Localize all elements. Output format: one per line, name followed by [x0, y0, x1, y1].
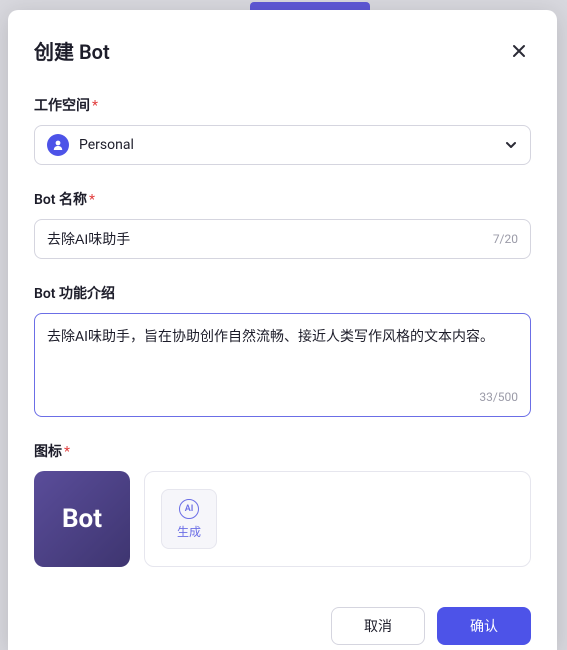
icon-row: Bot AI 生成	[34, 471, 531, 567]
bot-description-wrap: 33/500	[34, 313, 531, 417]
workspace-select[interactable]: Personal	[34, 125, 531, 165]
workspace-value: Personal	[79, 137, 504, 153]
chevron-down-icon	[504, 138, 518, 152]
icon-label-text: 图标	[34, 444, 62, 460]
close-icon	[511, 43, 527, 59]
modal-footer: 取消 确认	[34, 591, 531, 645]
required-mark: *	[92, 98, 98, 114]
bot-icon-text: Bot	[62, 504, 102, 534]
icon-label: 图标*	[34, 441, 531, 461]
required-mark: *	[89, 192, 95, 208]
modal-header: 创建 Bot	[34, 36, 531, 65]
ai-icon: AI	[179, 499, 199, 519]
bot-name-input[interactable]	[47, 231, 493, 247]
bot-description-label: Bot 功能介绍	[34, 283, 531, 303]
bot-description-label-text: Bot 功能介绍	[34, 286, 115, 302]
bot-name-field: Bot 名称* 7/20	[34, 189, 531, 259]
create-bot-modal: 创建 Bot 工作空间* Personal Bot 名称* 7/20 Bot 功…	[8, 10, 557, 650]
close-button[interactable]	[507, 39, 531, 63]
icon-field: 图标* Bot AI 生成	[34, 441, 531, 567]
confirm-button[interactable]: 确认	[437, 607, 531, 645]
ai-badge-text: AI	[185, 504, 194, 514]
bot-name-label-text: Bot 名称	[34, 192, 87, 208]
modal-title: 创建 Bot	[34, 36, 110, 65]
bot-name-input-wrap: 7/20	[34, 219, 531, 259]
bot-description-textarea[interactable]	[47, 326, 518, 380]
bot-description-field: Bot 功能介绍 33/500	[34, 283, 531, 417]
generate-icon-button[interactable]: AI 生成	[161, 489, 217, 549]
required-mark: *	[64, 444, 70, 460]
workspace-label-text: 工作空间	[34, 98, 90, 114]
icon-generate-panel: AI 生成	[144, 471, 531, 567]
bot-name-char-count: 7/20	[493, 232, 518, 246]
bot-description-char-count: 33/500	[47, 390, 518, 404]
person-icon	[47, 134, 69, 156]
generate-label: 生成	[177, 523, 201, 540]
workspace-label: 工作空间*	[34, 95, 531, 115]
bot-icon-preview[interactable]: Bot	[34, 471, 130, 567]
bot-name-label: Bot 名称*	[34, 189, 531, 209]
workspace-field: 工作空间* Personal	[34, 95, 531, 165]
cancel-button[interactable]: 取消	[331, 607, 425, 645]
